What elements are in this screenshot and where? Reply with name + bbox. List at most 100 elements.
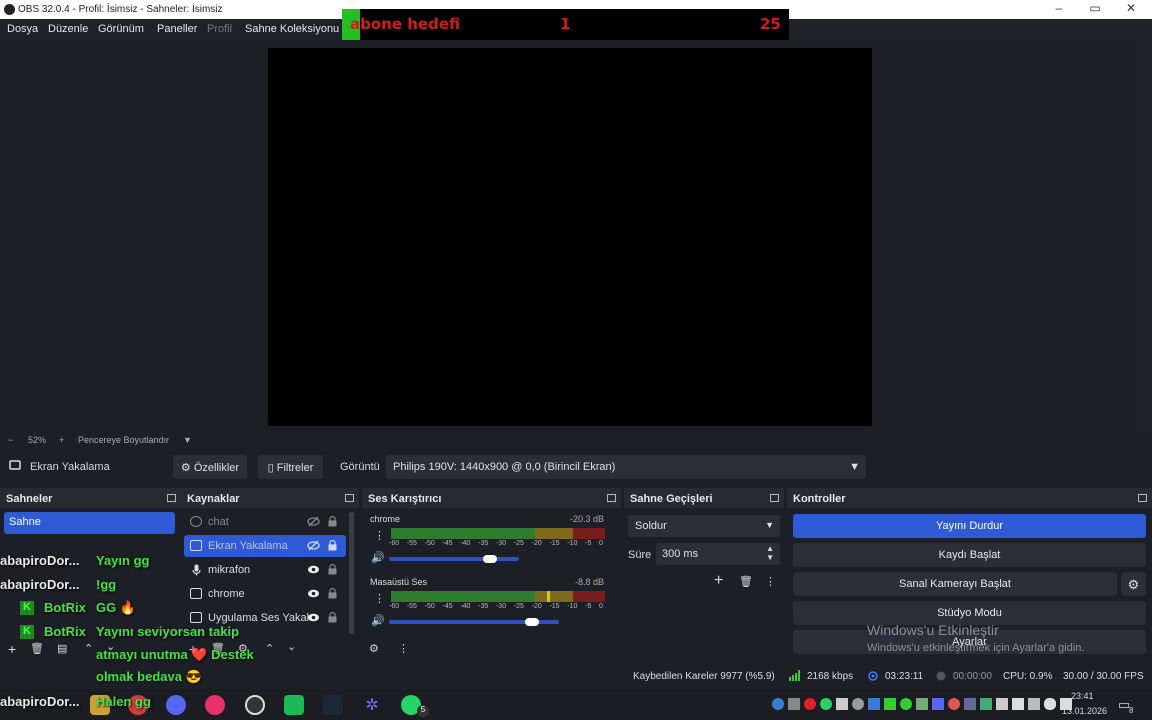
source-item-chat[interactable]: chat	[184, 511, 346, 533]
tray-app-icon[interactable]	[868, 698, 880, 710]
scene-item[interactable]: Sahne	[4, 512, 175, 534]
stream-status-icon	[868, 671, 878, 681]
eye-icon[interactable]	[307, 588, 320, 599]
minimize-button[interactable]: –	[1044, 1, 1074, 17]
tray-app-icon[interactable]	[932, 698, 944, 710]
tray-network-icon[interactable]	[1012, 698, 1024, 710]
tray-app-icon[interactable]	[804, 698, 816, 710]
selected-source-name: Ekran Yakalama	[30, 461, 110, 473]
tray-edge-icon[interactable]	[772, 698, 784, 710]
tray-steam-icon[interactable]	[964, 698, 976, 710]
display-select[interactable]: Philips 190V: 1440x900 @ 0,0 (Birincil E…	[386, 455, 866, 479]
tray-app-icon[interactable]	[852, 698, 864, 710]
close-button[interactable]: ✕	[1116, 1, 1146, 17]
filters-button[interactable]: ▯ Filtreler	[258, 455, 323, 479]
tray-security-icon[interactable]	[980, 698, 992, 710]
dock-float-icon[interactable]	[770, 494, 779, 502]
fps: 30.00 / 30.00 FPS	[1063, 671, 1144, 682]
more-options-icon[interactable]: ⋮	[398, 642, 409, 655]
start-recording-button[interactable]: Kaydı Başlat	[793, 543, 1146, 567]
tray-app-icon[interactable]	[836, 698, 848, 710]
maximize-button[interactable]: ▭	[1080, 1, 1110, 17]
menu-paneller[interactable]: Paneller	[157, 23, 197, 35]
obs-app-icon	[4, 4, 15, 15]
more-options-icon[interactable]: ⋮	[765, 575, 776, 588]
menu-sahne-koleksiyonu[interactable]: Sahne Koleksiyonu	[245, 23, 339, 35]
display-value: Philips 190V: 1440x900 @ 0,0 (Birincil E…	[393, 461, 616, 473]
advanced-audio-gear-icon[interactable]: ⚙	[369, 642, 379, 655]
stream-time: 03:23:11	[885, 671, 924, 682]
duration-input[interactable]: 300 ms ▲ ▼	[656, 543, 780, 565]
dock-float-icon[interactable]	[345, 494, 354, 502]
goal-overlay: abone hedefi 1 25	[342, 9, 789, 40]
zoom-mode-dropdown-icon[interactable]: ▼	[183, 435, 192, 445]
eye-hidden-icon[interactable]	[307, 540, 320, 551]
goal-label: abone hedefi	[350, 15, 461, 33]
dock-float-icon[interactable]	[1138, 494, 1147, 502]
goal-target: 25	[760, 15, 781, 33]
eye-icon[interactable]	[307, 612, 320, 623]
start-virtual-camera-button[interactable]: Sanal Kamerayı Başlat	[793, 572, 1117, 596]
zoom-mode-label: Pencereye Boyutlandır	[78, 435, 170, 445]
virtual-camera-settings-gear-icon[interactable]: ⚙	[1121, 572, 1146, 596]
preview-canvas[interactable]	[268, 48, 872, 426]
tray-play-icon[interactable]	[884, 698, 896, 710]
duration-label: Süre	[628, 549, 652, 561]
tray-app-icon[interactable]	[900, 698, 912, 710]
meter-ticks: -60 -55 -50 -45 -40 -35 -30 -25 -20 -15 -10 -5 0	[389, 603, 603, 610]
lock-icon[interactable]	[328, 540, 337, 551]
lock-icon[interactable]	[328, 612, 337, 623]
lock-icon[interactable]	[328, 516, 337, 527]
transitions-dock-title: Sahne Geçişleri	[630, 493, 713, 505]
chevron-down-icon: ▼	[849, 461, 860, 473]
atom-app-icon[interactable]: ✲	[362, 695, 382, 715]
dock-float-icon[interactable]	[167, 494, 176, 502]
dropped-frames: Kaybedilen Kareler 9977 (%5.9)	[633, 671, 775, 682]
tray-mic-icon[interactable]	[1044, 698, 1056, 710]
tray-whatsapp-icon[interactable]	[820, 698, 832, 710]
menu-dosya[interactable]: Dosya	[7, 23, 38, 35]
zoom-out-button[interactable]: −	[8, 435, 13, 445]
sources-scrollbar[interactable]	[349, 512, 354, 634]
steam-icon[interactable]	[323, 695, 343, 715]
speaker-icon[interactable]: 🔊	[371, 551, 385, 564]
volume-slider[interactable]	[389, 557, 519, 561]
zoom-bar: − 52% + Pencereye Boyutlandır ▼	[0, 432, 1152, 448]
duration-value: 300 ms	[662, 548, 699, 560]
zoom-in-button[interactable]: +	[59, 435, 64, 445]
tray-app-icon[interactable]	[788, 698, 800, 710]
volume-slider-knob[interactable]	[525, 618, 539, 626]
stop-streaming-button[interactable]: Yayını Durdur	[793, 514, 1146, 538]
monitor-icon	[9, 460, 21, 470]
chat-username: BotRix	[44, 600, 86, 615]
trash-icon[interactable]: 🗑	[739, 575, 753, 588]
add-transition-icon[interactable]: +	[714, 572, 723, 590]
audio-mixer-dock: Ses Karıştırıcı chrome -20.3 dB ⋮ -60 -55…	[362, 488, 621, 660]
mixer-channel-name: Masaüstü Ses	[370, 577, 428, 587]
more-options-icon[interactable]: ⋮	[374, 529, 385, 542]
lock-icon[interactable]	[328, 564, 337, 575]
tray-app-icon[interactable]	[1028, 698, 1040, 710]
kick-bot-icon: K	[20, 625, 34, 639]
tray-app-icon[interactable]	[948, 698, 960, 710]
menu-gorunum[interactable]: Görünüm	[98, 23, 144, 35]
preview-scrollbar[interactable]	[1136, 40, 1152, 432]
volume-slider-knob[interactable]	[483, 555, 497, 563]
eye-icon[interactable]	[307, 564, 320, 575]
eye-hidden-icon[interactable]	[307, 516, 320, 527]
tray-app-icon[interactable]	[916, 698, 928, 710]
cpu-usage: CPU: 0.9%	[1003, 671, 1053, 682]
spinner-arrows-icon[interactable]: ▲ ▼	[766, 544, 774, 562]
goal-current: 1	[560, 15, 571, 33]
more-options-icon[interactable]: ⋮	[374, 592, 385, 605]
tray-app-icon[interactable]	[996, 698, 1008, 710]
source-label: chat	[208, 516, 229, 528]
speaker-icon[interactable]: 🔊	[371, 614, 385, 627]
dock-float-icon[interactable]	[607, 494, 616, 502]
lock-icon[interactable]	[328, 588, 337, 599]
bitrate: 2168 kbps	[807, 671, 854, 682]
menu-duzenle[interactable]: Düzenle	[48, 23, 88, 35]
properties-button[interactable]: ⚙ Özellikler	[173, 455, 247, 479]
transition-select[interactable]: Soldur ▼	[628, 515, 780, 537]
menu-profil[interactable]: Profil	[207, 23, 232, 35]
